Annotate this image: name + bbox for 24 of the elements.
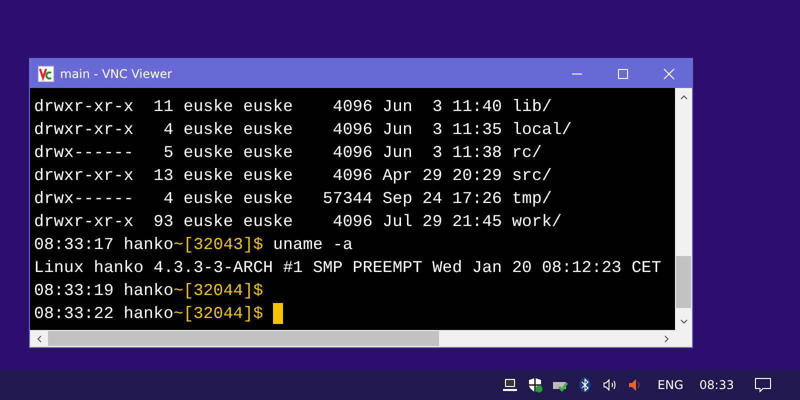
language-indicator[interactable]: ENG bbox=[658, 378, 684, 392]
clock[interactable]: 08:33 bbox=[699, 378, 734, 392]
terminal-line: drwx------ 5 euske euske 4096 Jun 3 11:38 rc/ bbox=[34, 142, 542, 164]
terminal-line: drwxr-xr-x 13 euske euske 4096 Apr 29 20:29 src/ bbox=[34, 165, 552, 187]
close-icon[interactable] bbox=[663, 68, 675, 80]
terminal-line: drwx------ 4 euske euske 57344 Sep 24 17:26 tmp/ bbox=[34, 188, 552, 210]
terminal-line: drwxr-xr-x 11 euske euske 4096 Jun 3 11:40 lib/ bbox=[34, 96, 552, 118]
window-title: main - VNC Viewer bbox=[60, 66, 172, 80]
scrollbar-thumb[interactable] bbox=[676, 256, 691, 308]
terminal-screen[interactable] bbox=[30, 88, 675, 330]
terminal-line: 08:33:22 hanko~[32044]$ bbox=[34, 302, 284, 325]
network-computer-icon[interactable] bbox=[502, 377, 518, 393]
terminal-line: 08:33:19 hanko~[32044]$ bbox=[34, 280, 264, 302]
bluetooth-icon[interactable] bbox=[576, 377, 593, 393]
app-logo-icon bbox=[38, 66, 54, 82]
speaker-icon[interactable] bbox=[602, 377, 618, 393]
maximize-icon[interactable] bbox=[617, 68, 629, 80]
terminal-line: drwxr-xr-x 93 euske euske 4096 Jul 29 21:45 work/ bbox=[34, 211, 562, 233]
notification-icon[interactable] bbox=[754, 377, 772, 393]
terminal-line: Linux hanko 4.3.3-3-ARCH #1 SMP PREEMPT Wed Jan 20 08:12:23 CET bbox=[34, 257, 662, 279]
scrollbar-thumb[interactable] bbox=[48, 331, 439, 346]
terminal-line: drwxr-xr-x 4 euske euske 4096 Jun 3 11:35 local/ bbox=[34, 119, 572, 141]
terminal-line: 08:33:17 hanko~[32043]$ uname -a bbox=[34, 234, 353, 256]
shield-icon[interactable] bbox=[526, 377, 543, 393]
